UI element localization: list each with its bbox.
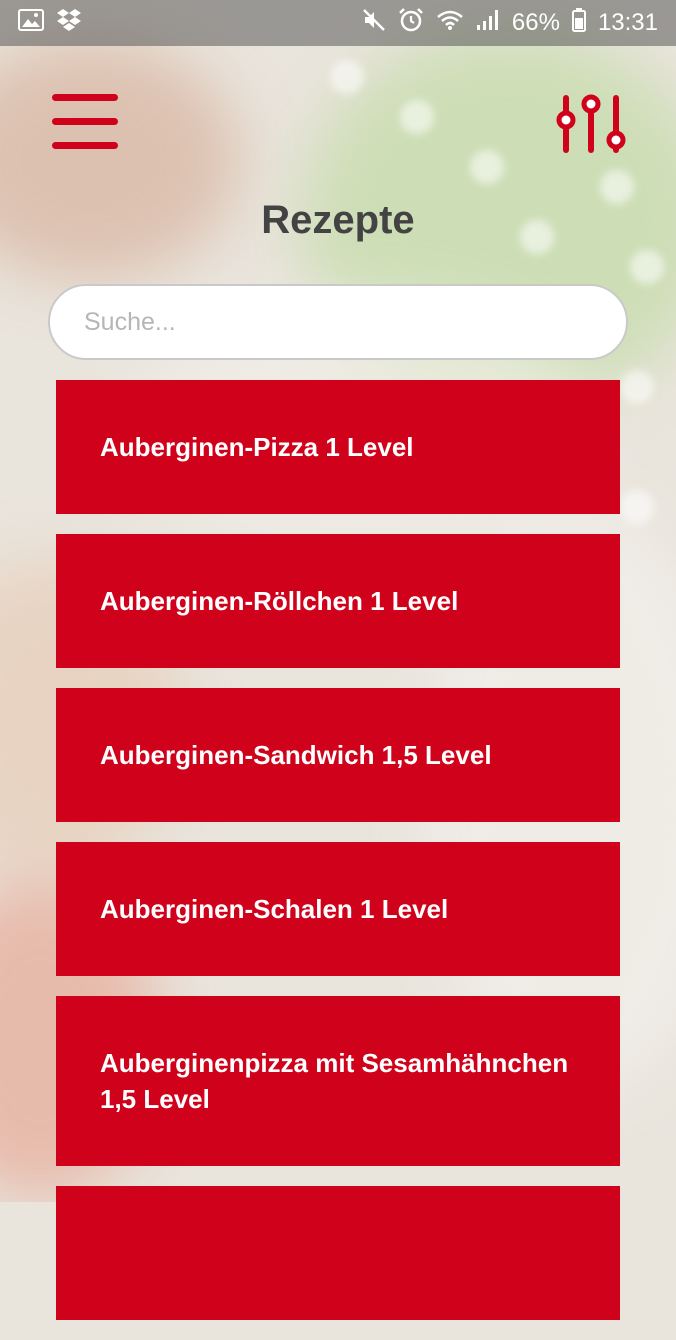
battery-icon — [571, 7, 586, 39]
recipe-item[interactable] — [56, 1186, 620, 1320]
recipe-item[interactable]: Auberginenpizza mit Sesamhähnchen 1,5 Le… — [56, 996, 620, 1166]
alarm-icon — [398, 7, 424, 40]
sliders-filter-icon[interactable] — [556, 94, 626, 154]
battery-percent: 66% — [511, 9, 560, 36]
dropbox-icon — [56, 8, 82, 39]
recipe-item[interactable]: Auberginen-Pizza 1 Level — [56, 380, 620, 514]
status-bar-right: 66% 13:31 — [362, 7, 658, 40]
signal-icon — [476, 9, 500, 38]
recipe-item-label: Auberginen-Sandwich 1,5 Level — [100, 740, 492, 770]
mute-icon — [362, 8, 386, 39]
status-bar-left — [18, 8, 82, 39]
recipe-item[interactable]: Auberginen-Schalen 1 Level — [56, 842, 620, 976]
recipe-item-label: Auberginen-Schalen 1 Level — [100, 894, 449, 924]
recipe-list: Auberginen-Pizza 1 Level Auberginen-Röll… — [56, 380, 620, 1340]
page-title: Rezepte — [261, 198, 415, 242]
recipe-item-label: Auberginen-Röllchen 1 Level — [100, 586, 459, 616]
image-icon — [18, 8, 44, 38]
recipe-item[interactable]: Auberginen-Röllchen 1 Level — [56, 534, 620, 668]
hamburger-menu-icon[interactable] — [52, 94, 118, 152]
clock-time: 13:31 — [597, 9, 658, 36]
search-input[interactable] — [48, 284, 628, 360]
recipe-item-label: Auberginen-Pizza 1 Level — [100, 432, 414, 462]
wifi-icon — [436, 9, 464, 38]
recipe-item[interactable]: Auberginen-Sandwich 1,5 Level — [56, 688, 620, 822]
recipe-item-label: Auberginenpizza mit Sesamhähnchen 1,5 Le… — [100, 1048, 569, 1114]
status-bar: 66% 13:31 — [0, 0, 676, 46]
app-header: Rezepte — [0, 46, 676, 376]
